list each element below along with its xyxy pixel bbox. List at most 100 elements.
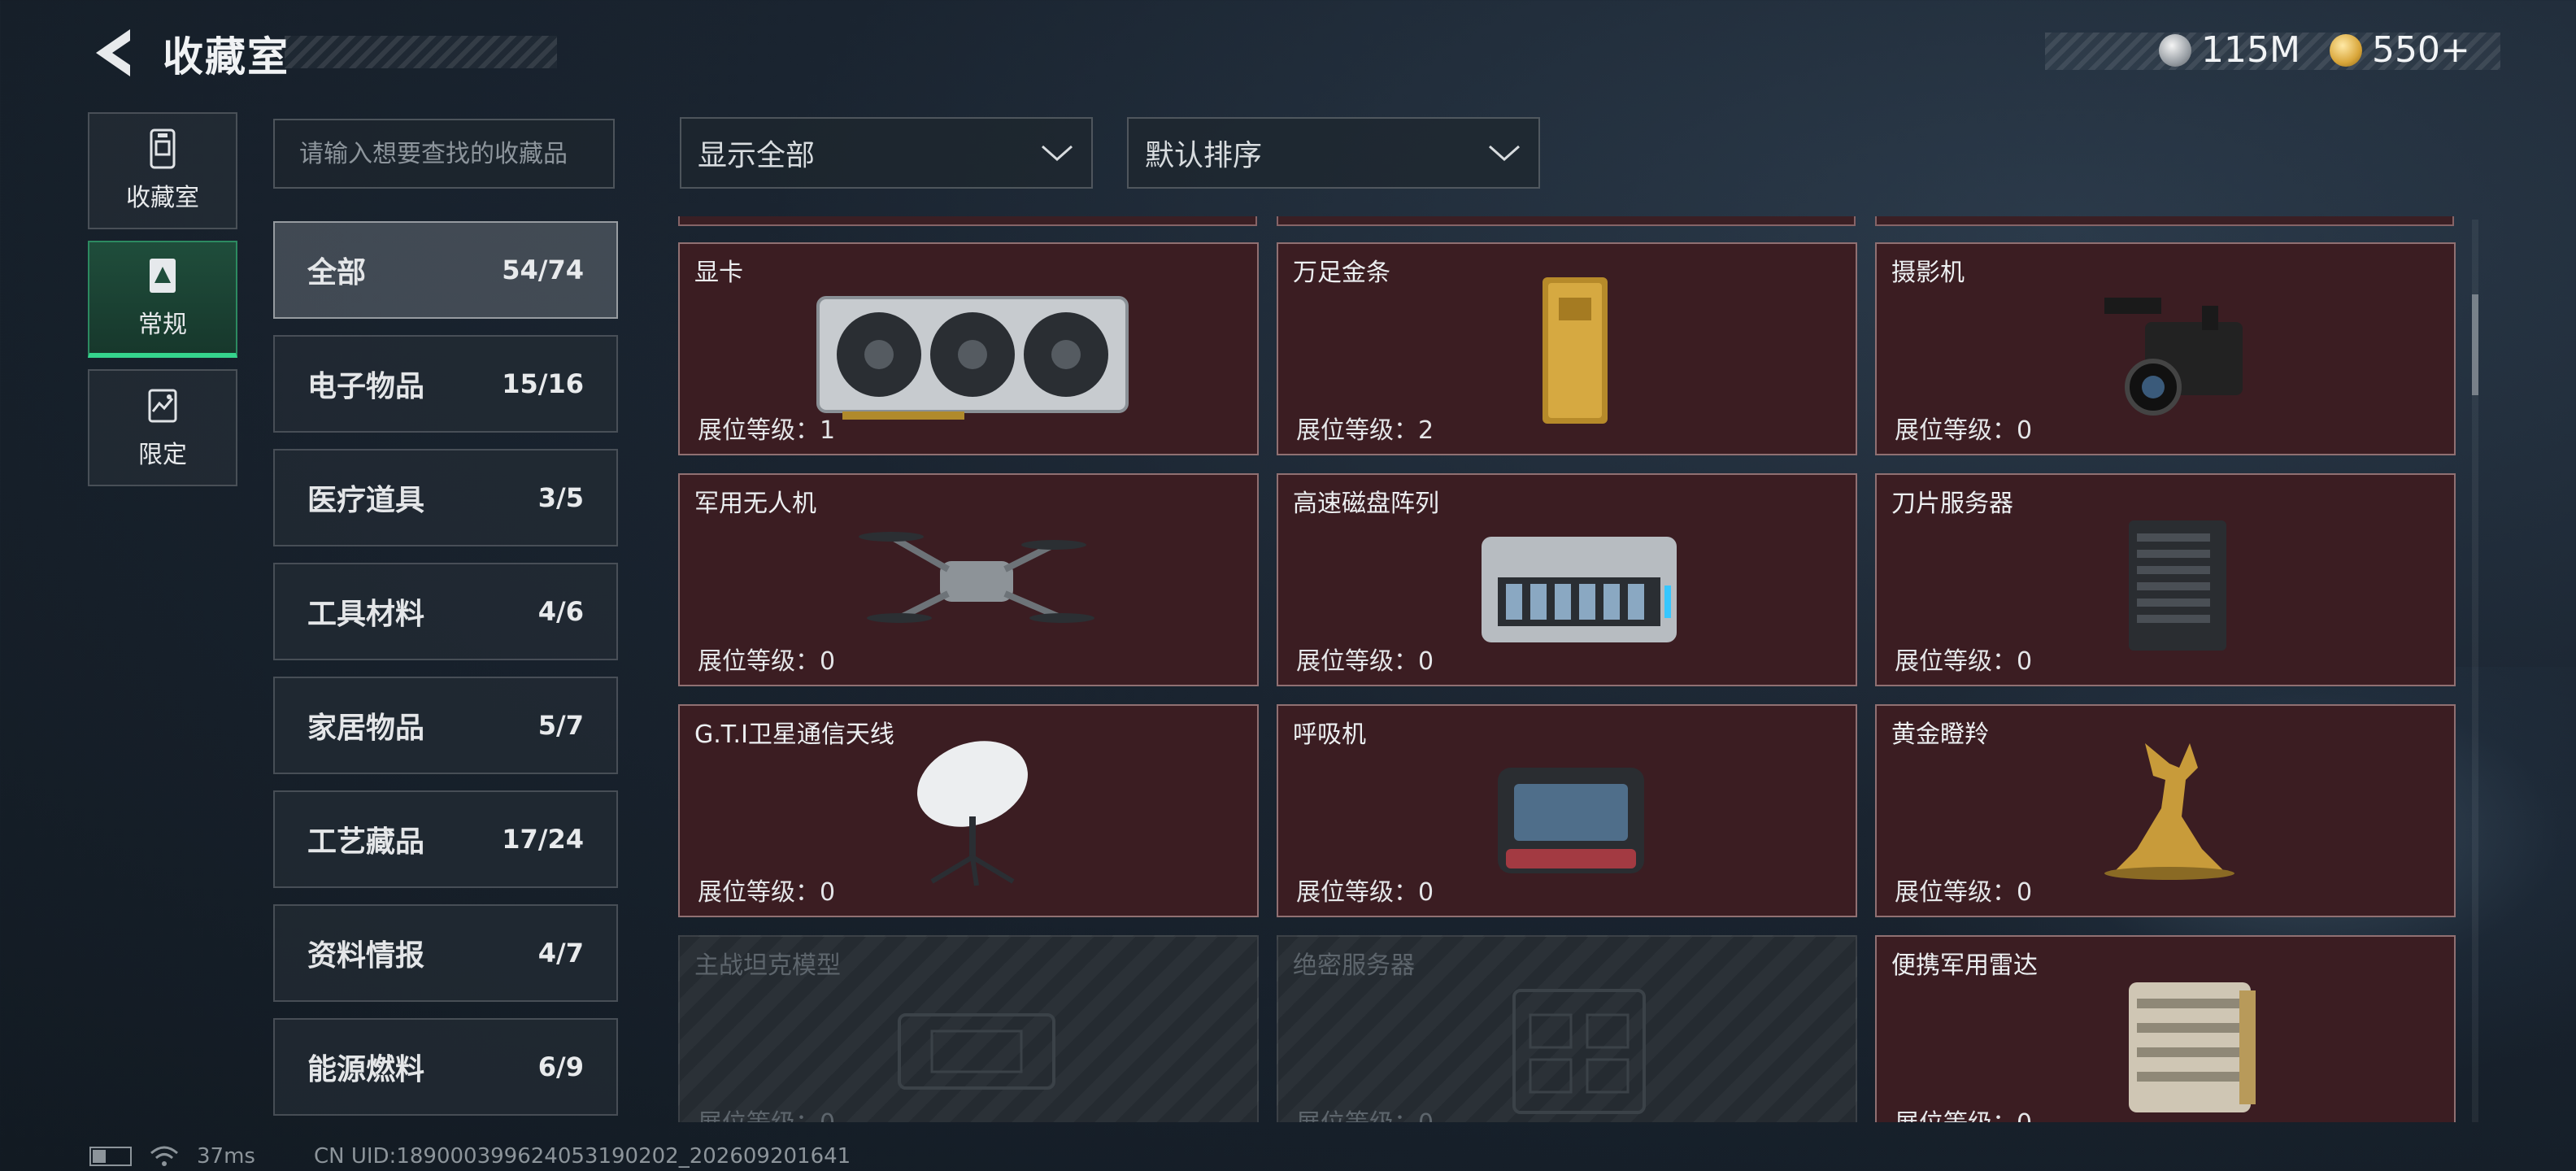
- currency-amount: 550+: [2372, 29, 2470, 71]
- side-item-collection-room[interactable]: 收藏室: [88, 112, 237, 229]
- secret-server-icon: [1512, 989, 1646, 1114]
- chevron-down-icon: [1489, 145, 1520, 162]
- level-label: 展位等级：: [1296, 647, 1418, 676]
- level-value: 0: [2017, 878, 2033, 907]
- collection-card[interactable]: 黄金瞪羚 展位等级：0: [1875, 704, 2456, 917]
- level-value: 0: [820, 647, 836, 676]
- collection-card[interactable]: 呼吸机 展位等级：0: [1277, 704, 1857, 917]
- level-value: 0: [2017, 1109, 2032, 1122]
- category-tools[interactable]: 工具材料 4/6: [273, 563, 618, 660]
- level-value: 0: [820, 1109, 835, 1122]
- collection-card[interactable]: 刀片服务器 展位等级：0: [1875, 473, 2456, 686]
- category-all[interactable]: 全部 54/74: [273, 221, 618, 319]
- level-value: 1: [820, 416, 836, 445]
- side-item-limited[interactable]: 限定: [88, 369, 237, 486]
- level-value: 0: [1418, 1109, 1434, 1122]
- card-name: 刀片服务器: [1891, 490, 2013, 518]
- card-edge: [1277, 216, 1856, 226]
- category-count: 17/24: [502, 824, 584, 855]
- category-count: 54/74: [502, 255, 584, 285]
- currency-amount: 115M: [2201, 29, 2300, 71]
- level-label: 展位等级：: [1296, 416, 1418, 445]
- card-level: 展位等级：1: [698, 410, 835, 446]
- card-name: 呼吸机: [1293, 720, 1366, 749]
- status-footer: 37ms CN UID:1890003996240531902​02_20260…: [89, 1142, 851, 1171]
- collection-card-locked[interactable]: 主战坦克模型 展位等级：0: [678, 935, 1259, 1122]
- category-label: 医疗道具: [307, 484, 425, 517]
- category-energy[interactable]: 能源燃料 6/9: [273, 1018, 618, 1116]
- collection-card[interactable]: 摄影机 展位等级：0: [1875, 242, 2456, 455]
- drone-icon: [859, 532, 1094, 623]
- category-medical[interactable]: 医疗道具 3/5: [273, 449, 618, 546]
- dropdown-value: 默认排序: [1145, 139, 1263, 172]
- header: 收藏室 115M 550+: [0, 0, 2576, 106]
- level-label: 展位等级：: [1895, 647, 2017, 676]
- uid-text: CN UID:1890003996240531902​02_2026092016…: [313, 1144, 851, 1169]
- ventilator-icon: [1498, 768, 1644, 873]
- portable-radar-icon: [2129, 982, 2256, 1112]
- collection-card[interactable]: 便携军用雷达 展位等级：0: [1875, 935, 2456, 1122]
- title-stripe: [285, 36, 557, 68]
- page-title: 收藏室: [163, 33, 289, 81]
- category-count: 4/7: [537, 938, 584, 969]
- card-level: 展位等级：0: [1296, 1103, 1434, 1122]
- category-count: 3/5: [537, 482, 584, 513]
- side-nav: 收藏室 常规 限定: [88, 112, 237, 498]
- side-item-regular[interactable]: 常规: [88, 241, 237, 358]
- card-level: 展位等级：0: [1895, 641, 2032, 677]
- collection-card[interactable]: 显卡 展位等级：1: [678, 242, 1259, 455]
- side-item-label: 常规: [138, 311, 187, 339]
- card-level: 展位等级：0: [1296, 641, 1434, 677]
- disk-array-icon: [1482, 537, 1677, 642]
- wifi-icon: [150, 1146, 178, 1166]
- category-count: 15/16: [502, 368, 584, 399]
- card-name: 万足金条: [1293, 259, 1390, 287]
- category-crafts[interactable]: 工艺藏品 17/24: [273, 790, 618, 888]
- level-label: 展位等级：: [1895, 416, 2017, 445]
- level-label: 展位等级：: [698, 1109, 820, 1122]
- category-household[interactable]: 家居物品 5/7: [273, 677, 618, 774]
- card-level: 展位等级：0: [1296, 872, 1434, 908]
- display-filter-dropdown[interactable]: 显示全部: [680, 117, 1093, 189]
- blade-server-icon: [2129, 520, 2226, 651]
- collection-card[interactable]: 军用无人机 展位等级：0: [678, 473, 1259, 686]
- collection-card[interactable]: 高速磁盘阵列 展位等级：0: [1277, 473, 1857, 686]
- currency-gold: 550+: [2330, 29, 2470, 71]
- card-name: 绝密服务器: [1293, 951, 1415, 980]
- collection-grid: 显卡 展位等级：1 万足金条 展位等级：2 摄影机 展位等级：0 军用无人机 展…: [678, 216, 2462, 1122]
- category-electronics[interactable]: 电子物品 15/16: [273, 335, 618, 433]
- collection-card[interactable]: 万足金条 展位等级：2: [1277, 242, 1857, 455]
- category-label: 家居物品: [307, 712, 425, 745]
- card-name: 显卡: [694, 259, 743, 287]
- chevron-down-icon: [1042, 145, 1073, 162]
- level-label: 展位等级：: [698, 647, 820, 676]
- level-label: 展位等级：: [698, 878, 820, 907]
- card-level: 展位等级：2: [1296, 410, 1434, 446]
- level-value: 0: [1418, 647, 1434, 676]
- silver-coin-icon: [2159, 33, 2191, 67]
- category-label: 工具材料: [307, 598, 425, 631]
- category-count: 4/6: [537, 596, 584, 627]
- category-label: 全部: [307, 256, 367, 289]
- gold-coin-icon: [2330, 33, 2362, 67]
- card-level: 展位等级：0: [1895, 410, 2032, 446]
- scrollbar-thumb[interactable]: [2472, 294, 2478, 395]
- category-list: 全部 54/74 电子物品 15/16 医疗道具 3/5 工具材料 4/6 家居…: [273, 221, 618, 1132]
- category-intel[interactable]: 资料情报 4/7: [273, 904, 618, 1002]
- category-label: 工艺藏品: [307, 825, 425, 859]
- level-label: 展位等级：: [1296, 1109, 1418, 1122]
- sort-dropdown[interactable]: 默认排序: [1127, 117, 1540, 189]
- level-value: 0: [1418, 878, 1434, 907]
- collection-card-locked[interactable]: 绝密服务器 展位等级：0: [1277, 935, 1857, 1122]
- card-level: 展位等级：0: [698, 872, 835, 908]
- card-level: 展位等级：0: [1895, 872, 2032, 908]
- collection-card[interactable]: G.T.I卫星通信天线 展位等级：0: [678, 704, 1259, 917]
- search-input[interactable]: [299, 139, 589, 168]
- level-label: 展位等级：: [698, 416, 820, 445]
- category-label: 能源燃料: [307, 1053, 425, 1086]
- back-arrow-icon[interactable]: [89, 24, 138, 81]
- category-label: 电子物品: [307, 370, 425, 403]
- collection-room-icon: [150, 128, 176, 169]
- battery-icon: [89, 1147, 132, 1166]
- card-level: 展位等级：0: [698, 1103, 835, 1122]
